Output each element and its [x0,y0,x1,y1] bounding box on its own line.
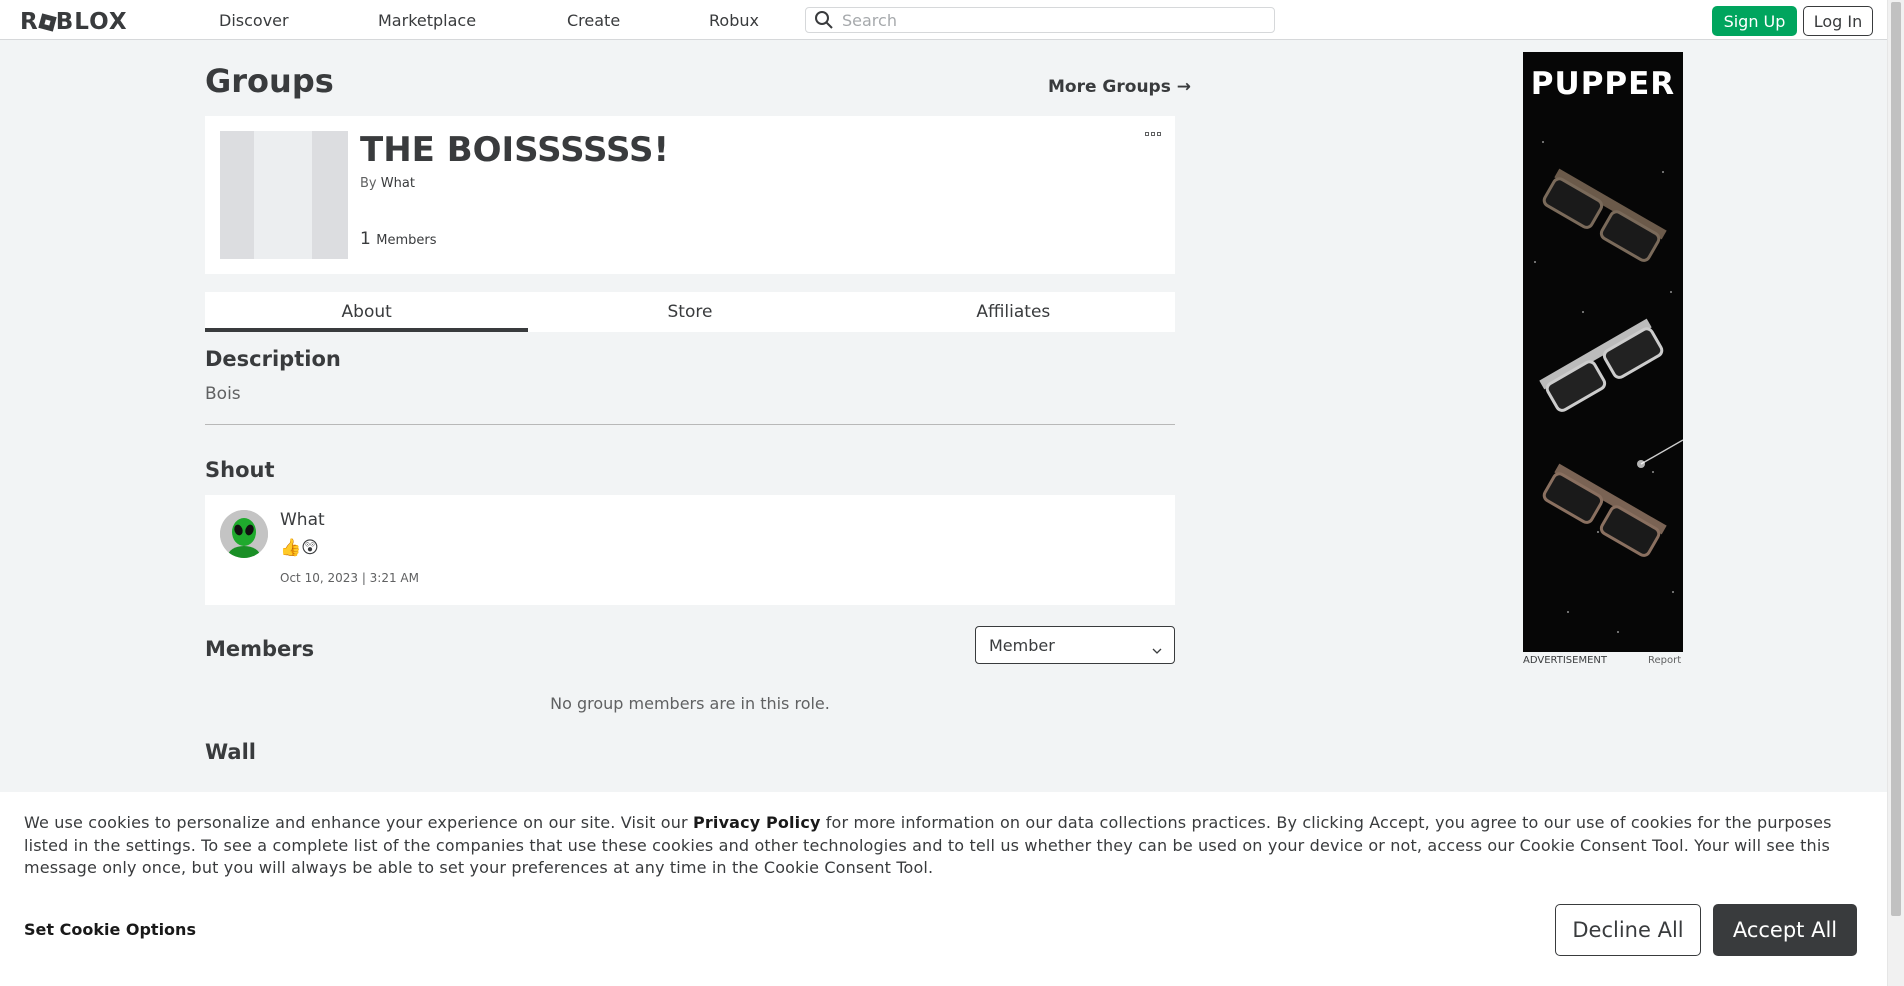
page-scrollbar[interactable] [1887,0,1904,986]
nav-marketplace[interactable]: Marketplace [378,11,476,30]
shout-date: Oct 10, 2023 | 3:21 AM [280,571,419,585]
cookie-text-1: We use cookies to personalize and enhanc… [24,813,694,832]
shout-author[interactable]: What [280,510,325,530]
shout-title: Shout [205,458,275,482]
avatar[interactable] [220,510,268,558]
member-count-label: Members [376,233,437,248]
no-members-message: No group members are in this role. [550,694,830,713]
member-count: 1 Members [360,229,436,249]
scrollbar-thumb[interactable] [1891,2,1901,916]
wall-title: Wall [205,740,256,764]
top-nav: R BLOX Discover Marketplace Create Robux … [0,0,1887,40]
role-dropdown[interactable]: Member [975,626,1175,664]
group-emblem-image [220,131,348,259]
cookie-banner: We use cookies to personalize and enhanc… [0,792,1887,986]
group-tabs: About Store Affiliates [205,292,1175,332]
signup-button[interactable]: Sign Up [1712,6,1797,36]
set-cookie-options-link[interactable]: Set Cookie Options [24,920,196,939]
advertisement-banner[interactable]: PUPPER [1523,52,1683,652]
more-groups-link[interactable]: More Groups → [1048,77,1191,97]
divider [205,424,1175,425]
description-title: Description [205,347,341,371]
nav-create[interactable]: Create [567,11,620,30]
cookie-message: We use cookies to personalize and enhanc… [24,812,1864,880]
more-options-icon[interactable] [1145,132,1163,140]
by-label: By [360,176,377,191]
accept-all-button[interactable]: Accept All [1713,904,1857,956]
group-owner: By What [360,176,415,191]
nav-robux[interactable]: Robux [709,11,759,30]
search-icon [814,9,836,31]
description-text: Bois [205,384,241,404]
group-name: THE BOISSSSSS! [360,130,669,170]
nav-discover[interactable]: Discover [219,11,289,30]
page-title: Groups [205,62,334,100]
tab-about[interactable]: About [205,292,529,332]
ad-report-link[interactable]: Report [1648,655,1681,666]
shout-body: 👍😲 [280,538,319,558]
search-input[interactable] [842,10,1262,30]
chevron-down-icon [1152,640,1162,659]
privacy-policy-link[interactable]: Privacy Policy [693,813,821,832]
role-selected: Member [989,636,1055,655]
group-header-card: THE BOISSSSSS! By What 1 Members [205,116,1175,274]
roblox-logo[interactable]: R BLOX [20,9,128,35]
search-box [805,7,1275,33]
tab-store[interactable]: Store [528,292,851,332]
ad-sunglasses-image [1534,141,1683,633]
shout-card: What 👍😲 Oct 10, 2023 | 3:21 AM [205,495,1175,605]
members-title: Members [205,637,315,661]
member-count-value: 1 [360,229,371,249]
decline-all-button[interactable]: Decline All [1555,904,1701,956]
tab-affiliates[interactable]: Affiliates [852,292,1175,332]
owner-link[interactable]: What [381,176,415,191]
login-button[interactable]: Log In [1803,6,1873,36]
ad-label: ADVERTISEMENT [1523,655,1608,666]
